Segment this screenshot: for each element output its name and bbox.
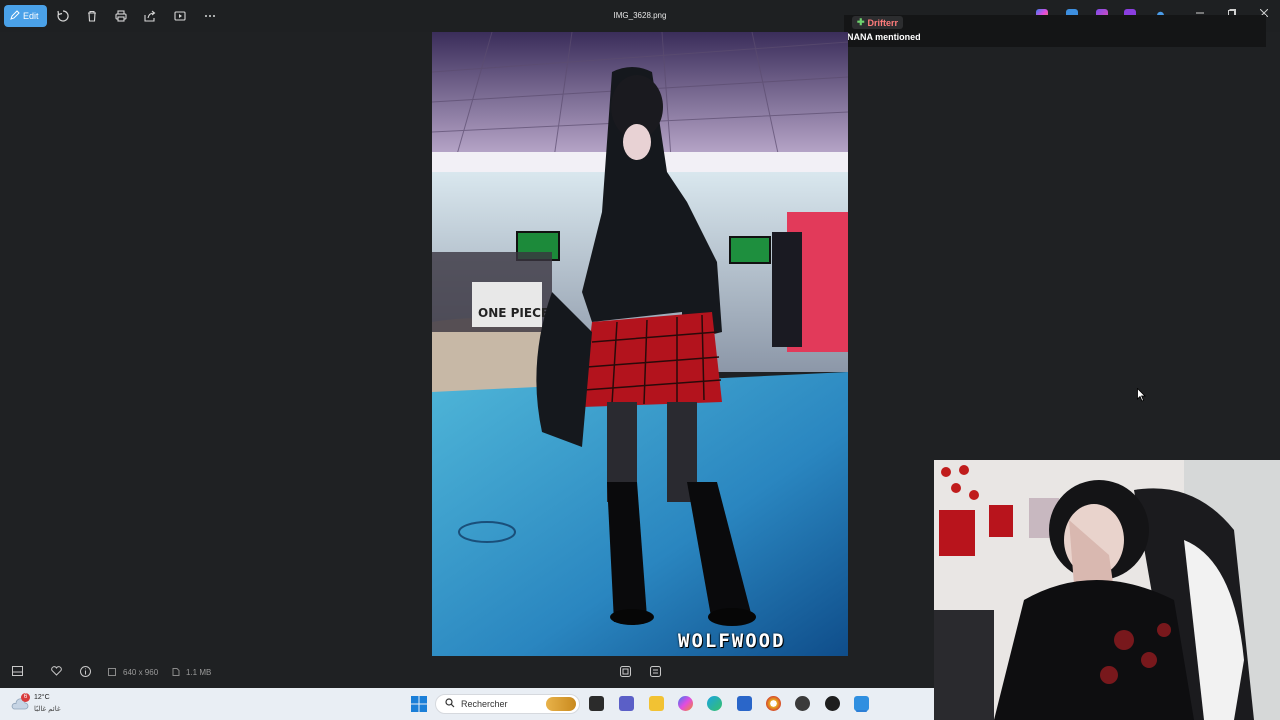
print-icon[interactable]: [113, 8, 129, 24]
copilot-taskbar-icon[interactable]: [678, 696, 693, 711]
image-file-size: 1.1 MB: [186, 668, 212, 677]
photos-taskbar-icon[interactable]: [854, 696, 869, 711]
taskbar-search[interactable]: Rechercher: [435, 694, 580, 714]
shirt-text: ONE PIECE: [478, 306, 549, 320]
weather-alert-badge: 6: [21, 693, 30, 702]
edit-button[interactable]: Edit: [4, 5, 47, 27]
discord-icon[interactable]: [795, 696, 810, 711]
search-highlight-icon: [546, 697, 576, 711]
photo-watermark: WOLFWOOD: [678, 630, 786, 652]
rotate-icon[interactable]: [55, 8, 71, 24]
favorite-icon[interactable]: [51, 666, 62, 679]
dimensions-icon: [108, 667, 116, 679]
notification-message: NANA mentioned: [847, 32, 921, 42]
plus-icon: ✚: [857, 17, 865, 27]
more-options-icon[interactable]: [202, 8, 218, 24]
teams-icon[interactable]: [619, 696, 634, 711]
share-icon[interactable]: [142, 8, 158, 24]
vegas-icon[interactable]: [825, 696, 840, 711]
notification-badge: ✚ Drifterr: [852, 16, 904, 29]
slideshow-icon[interactable]: [172, 8, 188, 24]
edit-label: Edit: [23, 11, 39, 21]
task-view-icon[interactable]: [589, 696, 604, 711]
chat-notification: [844, 15, 1266, 47]
file-size-icon: [172, 667, 180, 679]
photo-image: ONE PIECE: [432, 32, 848, 656]
fit-to-window-icon[interactable]: [620, 666, 631, 680]
active-app-indicator: [856, 710, 867, 712]
delete-icon[interactable]: [84, 8, 100, 24]
weather-description: غائم غالبًا: [34, 706, 61, 713]
notification-badge-label: Drifterr: [867, 17, 899, 28]
file-explorer-icon[interactable]: [649, 696, 664, 711]
microsoft-store-icon[interactable]: [737, 696, 752, 711]
webcam-overlay: [934, 460, 1280, 720]
filmstrip-icon[interactable]: [12, 666, 23, 679]
windows-start-icon[interactable]: [411, 696, 427, 717]
mouse-cursor-icon: [1137, 387, 1146, 407]
search-icon: [445, 698, 455, 710]
edge-icon[interactable]: [707, 696, 722, 711]
window-title: IMG_3628.png: [613, 11, 667, 20]
chrome-icon[interactable]: [766, 696, 781, 711]
image-dimensions: 640 x 960: [123, 668, 159, 677]
compare-icon[interactable]: [650, 666, 661, 680]
info-icon[interactable]: [80, 666, 91, 680]
weather-temperature: 12°C: [34, 694, 50, 701]
search-placeholder: Rechercher: [461, 699, 508, 709]
edit-icon: [10, 10, 20, 22]
